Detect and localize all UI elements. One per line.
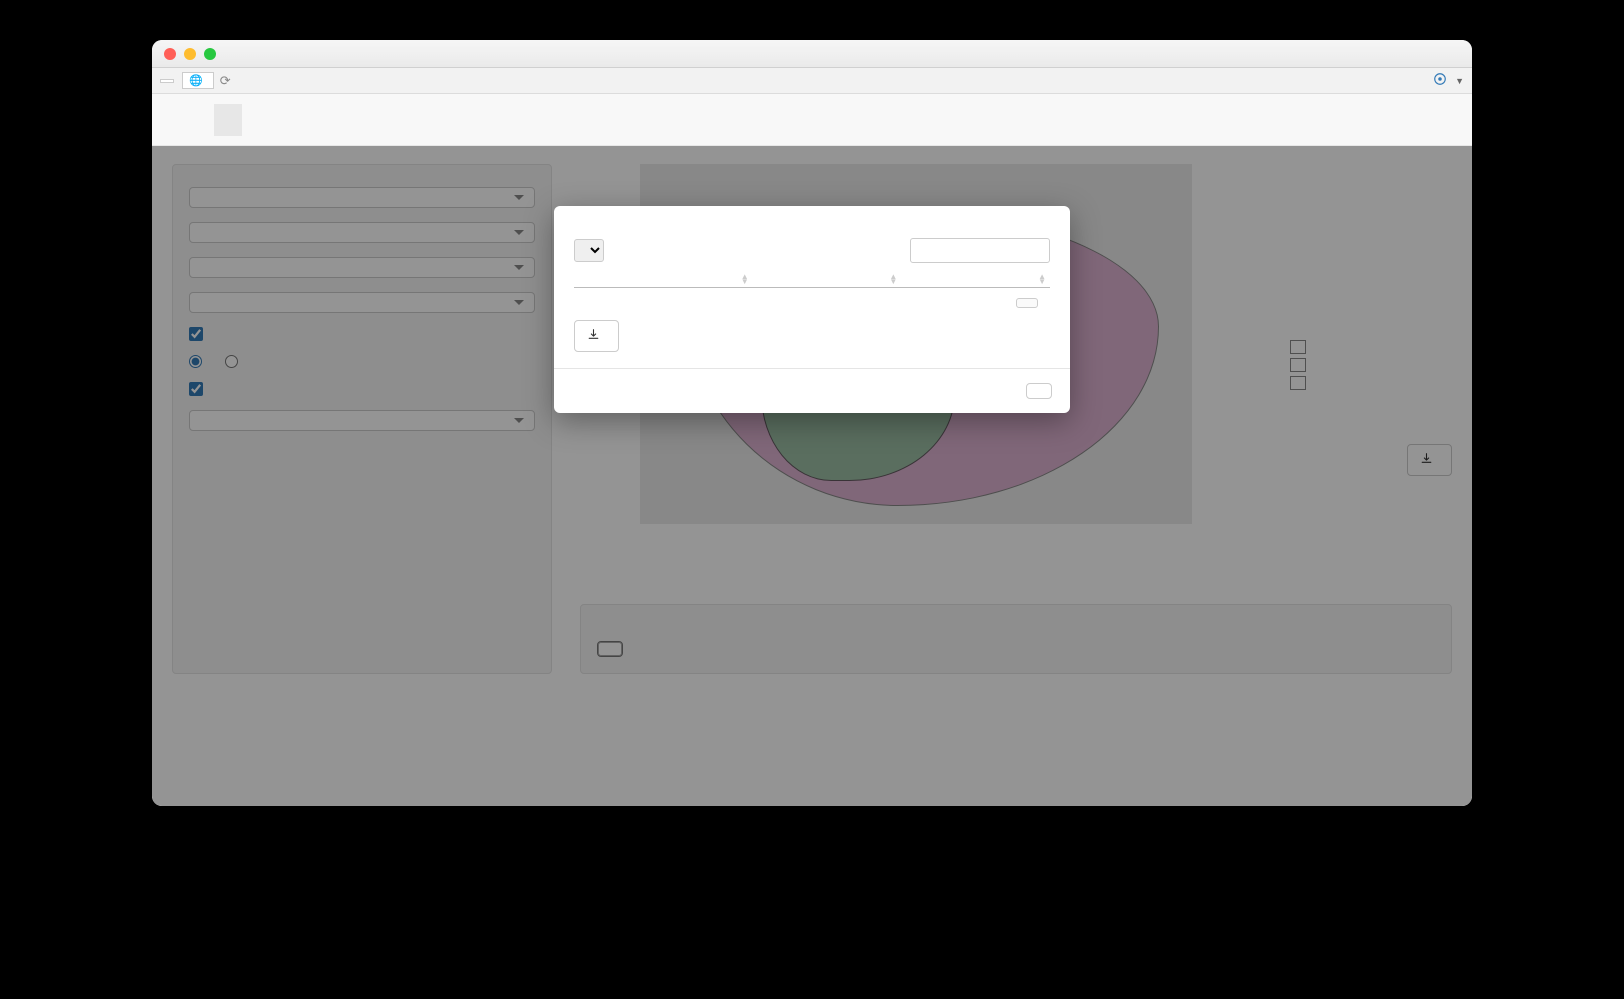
dismiss-button[interactable] [1026,383,1052,399]
maximize-window-icon[interactable] [204,48,216,60]
app-body: ▲▼ ▲▼ ▲▼ [152,146,1472,806]
th-padj[interactable]: ▲▼ [901,271,1050,288]
navbar [152,94,1472,146]
datatable-topbar [574,238,1050,263]
table-header-row: ▲▼ ▲▼ ▲▼ [574,271,1050,288]
sort-icon: ▲▼ [741,274,749,284]
nav-tab-data[interactable] [186,104,214,136]
browser-icon: 🌐 [189,74,203,87]
nav-tab-analysis[interactable] [214,104,242,136]
modal-footer [554,368,1070,413]
sort-icon: ▲▼ [1038,274,1046,284]
download-posthoc-button[interactable] [574,320,619,352]
th-index[interactable] [574,271,604,288]
entries-length [574,239,604,262]
traffic-lights [164,48,216,60]
page-number[interactable] [1016,298,1038,308]
url-field[interactable] [160,79,174,83]
sort-icon: ▲▼ [889,274,897,284]
refresh-icon[interactable]: ⟳ [220,73,231,89]
entries-select[interactable] [574,239,604,262]
titlebar [152,40,1472,68]
open-in-browser-button[interactable]: 🌐 [182,72,214,89]
app-window: 🌐 ⟳ ▼ [152,40,1472,806]
close-window-icon[interactable] [164,48,176,60]
url-toolbar: 🌐 ⟳ ▼ [152,68,1472,94]
nav-tab-settings[interactable] [242,104,270,136]
th-mean-rank-diff[interactable]: ▲▼ [753,271,902,288]
datatable-footer [574,298,1050,308]
th-comparison[interactable]: ▲▼ [604,271,753,288]
chevron-down-icon: ▼ [1455,76,1464,86]
download-icon [587,328,600,344]
posthoc-table: ▲▼ ▲▼ ▲▼ [574,271,1050,288]
modal-body: ▲▼ ▲▼ ▲▼ [554,206,1070,368]
nav-tab-help[interactable] [270,104,298,136]
pager [1004,298,1050,308]
publish-icon [1433,72,1447,89]
search-input[interactable] [910,238,1050,263]
table-search [910,238,1050,263]
minimize-window-icon[interactable] [184,48,196,60]
posthoc-modal: ▲▼ ▲▼ ▲▼ [554,206,1070,413]
publish-button[interactable]: ▼ [1433,72,1464,89]
